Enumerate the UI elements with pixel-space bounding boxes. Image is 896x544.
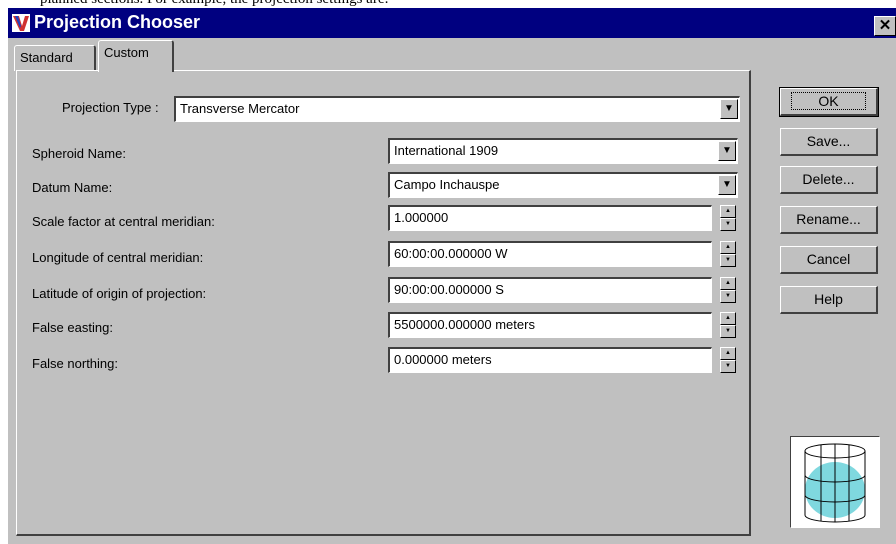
ok-button-label: OK [791, 92, 866, 110]
datum-name-value: Campo Inchauspe [394, 177, 500, 192]
spin-up-icon[interactable]: ▲ [720, 312, 736, 325]
false-easting-input[interactable]: 5500000.000000 meters [388, 312, 712, 338]
chevron-down-icon[interactable]: ▼ [718, 141, 736, 161]
datum-name-select[interactable]: Campo Inchauspe ▼ [388, 172, 738, 198]
save-button-label: Save... [806, 133, 851, 149]
scale-factor-input[interactable]: 1.000000 [388, 205, 712, 231]
cancel-button-label: Cancel [806, 251, 851, 267]
false-northing-label: False northing: [32, 356, 118, 371]
projection-type-select[interactable]: Transverse Mercator ▼ [174, 96, 740, 122]
spin-down-icon[interactable]: ▼ [720, 218, 736, 231]
chevron-down-icon[interactable]: ▼ [720, 99, 738, 119]
projection-type-value: Transverse Mercator [180, 101, 300, 116]
latitude-origin-input[interactable]: 90:00:00.000000 S [388, 277, 712, 303]
rename-button[interactable]: Rename... [780, 206, 878, 234]
latitude-origin-value: 90:00:00.000000 S [394, 282, 504, 297]
title-bar[interactable]: Projection Chooser [8, 8, 896, 38]
scale-factor-stepper[interactable]: ▲ ▼ [720, 205, 736, 231]
chevron-down-icon[interactable]: ▼ [718, 175, 736, 195]
spin-down-icon[interactable]: ▼ [720, 325, 736, 338]
help-button-label: Help [814, 291, 843, 307]
cylinder-projection-icon [804, 443, 866, 523]
scale-factor-value: 1.000000 [394, 210, 449, 225]
delete-button[interactable]: Delete... [780, 166, 878, 194]
spin-up-icon[interactable]: ▲ [720, 241, 736, 254]
close-icon: ✕ [878, 17, 892, 34]
tab-standard[interactable]: Standard [14, 45, 96, 71]
spheroid-name-label: Spheroid Name: [32, 146, 126, 161]
tab-custom[interactable]: Custom [98, 40, 174, 72]
tab-standard-label: Standard [20, 50, 73, 65]
spin-up-icon[interactable]: ▲ [720, 347, 736, 360]
longitude-central-meridian-label: Longitude of central meridian: [32, 250, 204, 265]
spin-down-icon[interactable]: ▼ [720, 254, 736, 267]
cancel-button[interactable]: Cancel [780, 246, 878, 274]
app-logo-icon [12, 14, 30, 32]
background-text: planned sections. For example, the proje… [40, 0, 389, 8]
spheroid-name-value: International 1909 [394, 143, 499, 158]
spin-down-icon[interactable]: ▼ [720, 360, 736, 373]
false-northing-input[interactable]: 0.000000 meters [388, 347, 712, 373]
false-northing-value: 0.000000 meters [394, 352, 492, 367]
latitude-origin-label: Latitude of origin of projection: [32, 286, 207, 301]
close-button[interactable]: ✕ [874, 16, 896, 36]
false-easting-stepper[interactable]: ▲ ▼ [720, 312, 736, 338]
datum-name-label: Datum Name: [32, 180, 113, 195]
spheroid-name-select[interactable]: International 1909 ▼ [388, 138, 738, 164]
ok-button[interactable]: OK [779, 87, 879, 117]
longitude-central-meridian-value: 60:00:00.000000 W [394, 246, 508, 261]
projection-preview [790, 436, 880, 528]
longitude-central-meridian-input[interactable]: 60:00:00.000000 W [388, 241, 712, 267]
spin-up-icon[interactable]: ▲ [720, 277, 736, 290]
false-northing-stepper[interactable]: ▲ ▼ [720, 347, 736, 373]
background-document-fragment: planned sections. For example, the proje… [0, 0, 896, 8]
window-title: Projection Chooser [34, 12, 201, 32]
spin-up-icon[interactable]: ▲ [720, 205, 736, 218]
longitude-stepper[interactable]: ▲ ▼ [720, 241, 736, 267]
false-easting-label: False easting: [32, 320, 113, 335]
save-button[interactable]: Save... [780, 128, 878, 156]
delete-button-label: Delete... [802, 171, 855, 187]
rename-button-label: Rename... [796, 211, 861, 227]
scale-factor-label: Scale factor at central meridian: [32, 214, 215, 229]
spin-down-icon[interactable]: ▼ [720, 290, 736, 303]
tab-custom-label: Custom [104, 45, 149, 60]
latitude-stepper[interactable]: ▲ ▼ [720, 277, 736, 303]
false-easting-value: 5500000.000000 meters [394, 317, 535, 332]
projection-type-label: Projection Type : [62, 100, 159, 115]
help-button[interactable]: Help [780, 286, 878, 314]
